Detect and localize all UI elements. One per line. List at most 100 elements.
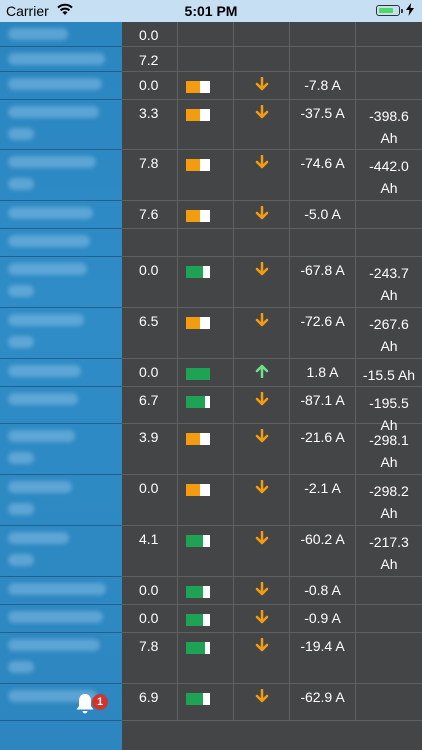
arrow-down-icon [255, 637, 269, 652]
sidebar-device-name [8, 128, 34, 140]
table-row[interactable]: 7.6 -5.0 A [122, 201, 422, 229]
voltage-value: 3.3 [139, 105, 159, 121]
sidebar-device-name[interactable] [8, 532, 69, 544]
voltage-value: 4.1 [139, 531, 159, 547]
sidebar-device-name[interactable] [8, 28, 68, 40]
table-row[interactable]: 6.7 -87.1 A -195.5 Ah [122, 387, 422, 433]
table-row[interactable]: 6.9 -62.9 A [122, 684, 422, 721]
voltage-cell: 7.2 [122, 47, 178, 71]
direction-cell [234, 150, 290, 200]
amp-hours-value [356, 610, 422, 632]
sidebar-device-name[interactable] [8, 53, 105, 65]
table-row[interactable]: 0.0 1.8 A -15.5 Ah [122, 359, 422, 387]
table-row[interactable]: 0.0 -2.1 A -298.2 Ah [122, 475, 422, 526]
table-row[interactable]: 7.2 [122, 47, 422, 72]
sidebar-device-name[interactable] [8, 106, 99, 118]
voltage-value: 0.0 [139, 262, 159, 278]
voltage-value: 6.9 [139, 689, 159, 705]
battery-level-fill [186, 368, 210, 380]
table-row[interactable]: 0.0 -0.9 A [122, 605, 422, 633]
sidebar-divider [0, 228, 122, 229]
current-cell: 1.8 A [290, 359, 356, 386]
sidebar-device-name[interactable] [8, 156, 96, 168]
battery-cell [178, 526, 234, 576]
voltage-cell: 0.0 [122, 475, 178, 525]
sidebar-device-name[interactable] [8, 583, 106, 595]
sidebar-device-name[interactable] [8, 235, 90, 247]
sidebar-device-name [8, 336, 34, 348]
amp-hours-number: -267.6 [369, 316, 409, 332]
battery-cell [178, 201, 234, 228]
amp-hours-unit: Ah [380, 338, 398, 354]
table-row[interactable]: 7.8 -74.6 A -442.0 Ah [122, 150, 422, 201]
battery-level-indicator [186, 210, 210, 222]
amp-hours-value [356, 638, 422, 660]
direction-cell [234, 526, 290, 576]
amp-hours-cell: -398.6 Ah [356, 100, 422, 149]
voltage-value: 7.8 [139, 638, 159, 654]
sidebar-device-name[interactable] [8, 365, 81, 377]
voltage-cell: 0.0 [122, 605, 178, 632]
table-row[interactable]: 6.5 -72.6 A -267.6 Ah [122, 308, 422, 359]
status-bar: Carrier 5:01 PM [0, 0, 422, 22]
sidebar-device-name[interactable] [8, 430, 75, 442]
direction-cell [234, 475, 290, 525]
current-value: 1.8 A [306, 364, 339, 380]
current-value: -60.2 A [300, 531, 345, 547]
table-row[interactable]: 3.3 -37.5 A -398.6 Ah [122, 100, 422, 150]
current-cell: -60.2 A [290, 526, 356, 576]
sidebar-device-name[interactable] [8, 263, 87, 275]
sidebar-device-name[interactable] [8, 611, 103, 623]
current-value: -72.6 A [300, 313, 345, 329]
voltage-cell: 6.9 [122, 684, 178, 720]
sidebar-device-name [8, 285, 34, 297]
amp-hours-cell: -195.5 Ah [356, 387, 422, 433]
voltage-value: 0.0 [139, 27, 159, 43]
sidebar-divider [0, 604, 122, 605]
sidebar-device-name[interactable] [8, 639, 100, 651]
amp-hours-number: -195.5 [369, 395, 409, 411]
table-row[interactable] [122, 229, 422, 257]
sidebar-divider [0, 149, 122, 150]
battery-level-fill [186, 433, 200, 445]
sidebar-device-name[interactable] [8, 78, 102, 90]
voltage-cell: 3.9 [122, 424, 178, 474]
table-row[interactable]: 0.0 -7.8 A [122, 72, 422, 100]
sidebar-device-name[interactable] [8, 481, 72, 493]
direction-cell [234, 308, 290, 358]
battery-level-fill [186, 396, 205, 408]
battery-cell [178, 605, 234, 632]
direction-cell [234, 359, 290, 386]
sidebar-divider [0, 358, 122, 359]
amp-hours-cell [356, 633, 422, 683]
voltage-value: 7.6 [139, 206, 159, 222]
current-cell: -0.9 A [290, 605, 356, 632]
amp-hours-value: -267.6 Ah [356, 313, 422, 357]
battery-level-indicator [186, 109, 210, 121]
amp-hours-cell: -298.2 Ah [356, 475, 422, 525]
amp-hours-cell [356, 72, 422, 99]
table-row[interactable]: 0.0 -67.8 A -243.7 Ah [122, 257, 422, 308]
voltage-cell: 7.6 [122, 201, 178, 228]
current-value: -21.6 A [300, 429, 345, 445]
sidebar-device-name[interactable] [8, 207, 93, 219]
sidebar-device-name[interactable] [8, 393, 78, 405]
voltage-value: 0.0 [139, 480, 159, 496]
table-row[interactable]: 3.9 -21.6 A -298.1 Ah [122, 424, 422, 475]
current-cell: -72.6 A [290, 308, 356, 358]
table-row[interactable]: 7.8 -19.4 A [122, 633, 422, 684]
amp-hours-value: -243.7 Ah [356, 262, 422, 306]
current-cell: -62.9 A [290, 684, 356, 720]
arrow-down-icon [255, 391, 269, 406]
battery-cell [178, 22, 234, 46]
amp-hours-cell [356, 229, 422, 256]
table-row[interactable]: 4.1 -60.2 A -217.3 Ah [122, 526, 422, 577]
bell-icon[interactable] [75, 693, 95, 720]
arrow-down-icon [255, 154, 269, 169]
table-row[interactable]: 0.0 -0.8 A [122, 577, 422, 605]
voltage-cell: 0.0 [122, 72, 178, 99]
sidebar-device-name[interactable] [8, 314, 84, 326]
arrow-down-icon [255, 530, 269, 545]
table-row[interactable]: 0.0 [122, 22, 422, 47]
amp-hours-value [356, 234, 422, 256]
